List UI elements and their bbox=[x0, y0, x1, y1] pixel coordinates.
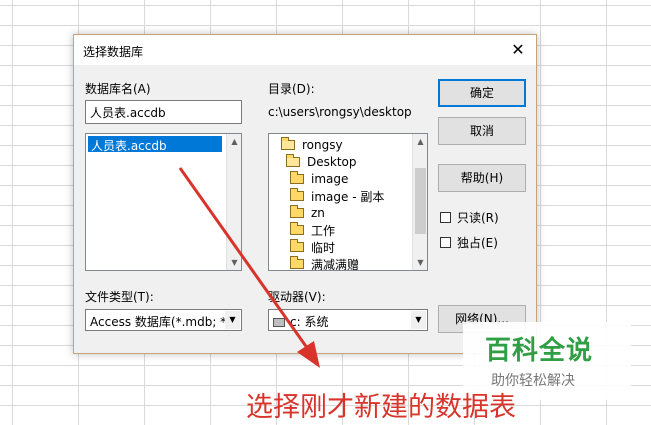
arrow-head bbox=[297, 341, 320, 368]
watermark-title: 百科全说 bbox=[485, 336, 594, 366]
arrow-shaft bbox=[178, 167, 312, 353]
instruction-caption: 选择刚才新建的数据表 bbox=[246, 392, 516, 423]
